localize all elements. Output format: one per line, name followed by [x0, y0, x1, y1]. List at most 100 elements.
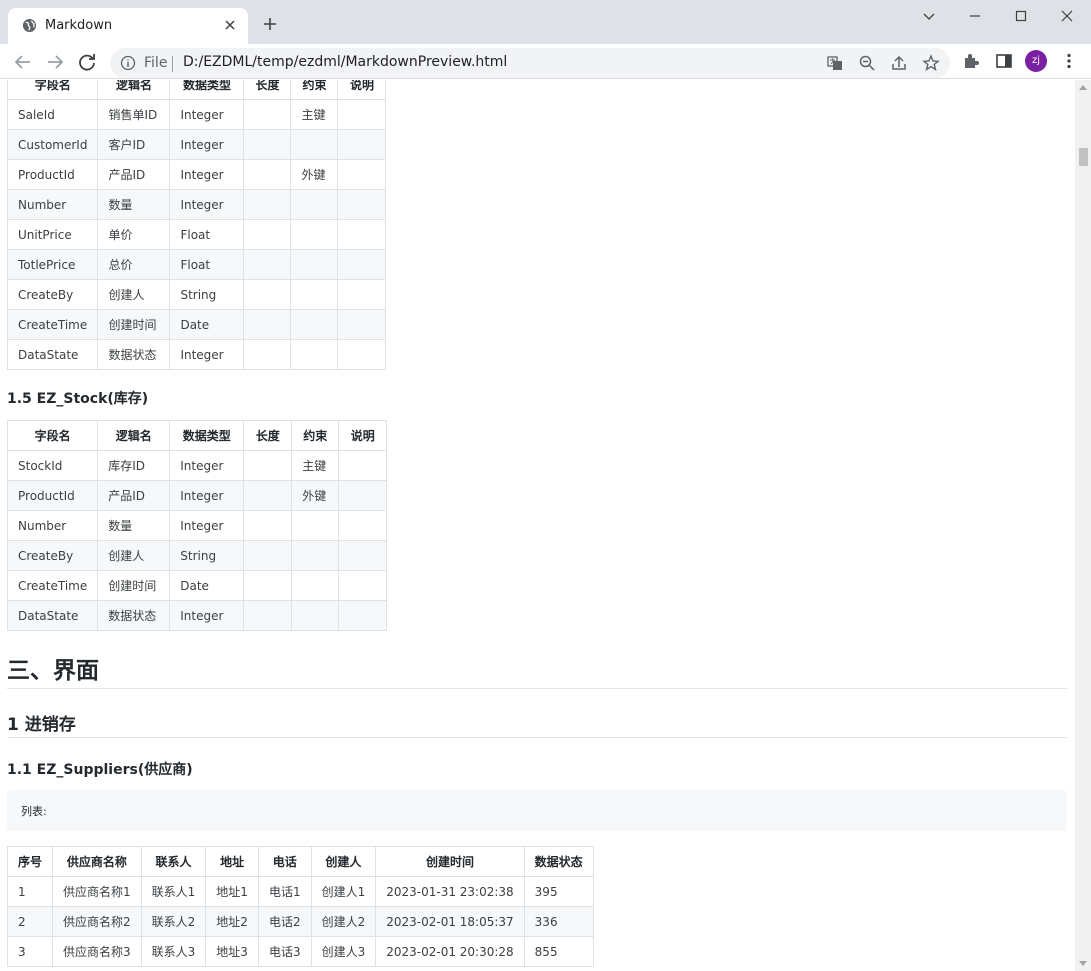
table-cell: 数据状态 — [97, 339, 171, 370]
column-header: 数据类型 — [169, 80, 245, 100]
minimize-button[interactable] — [952, 0, 998, 32]
table-cell: Date — [169, 309, 245, 340]
table-cell: 创建人1 — [310, 876, 377, 907]
table-cell: Integer — [169, 189, 245, 220]
info-icon[interactable] — [120, 55, 136, 71]
chevron-down-icon — [923, 13, 935, 20]
vertical-scrollbar[interactable] — [1075, 80, 1091, 971]
table-cell — [291, 540, 340, 571]
url-text[interactable]: D:/EZDML/temp/ezdml/MarkdownPreview.html — [183, 54, 507, 70]
address-bar[interactable]: File D:/EZDML/temp/ezdml/MarkdownPreview… — [110, 48, 950, 78]
more-menu-icon[interactable] — [1060, 52, 1078, 70]
table-cell: Integer — [169, 339, 245, 370]
table-cell: 地址1 — [205, 876, 259, 907]
table-cell — [243, 510, 293, 541]
table-cell — [290, 219, 339, 250]
table-cell — [290, 309, 339, 340]
column-header: 字段名 — [6, 420, 99, 451]
table-cell — [243, 129, 292, 160]
close-icon — [1061, 10, 1073, 22]
table-row: CreateBy 创建人 String — [6, 279, 387, 310]
table-cell — [243, 99, 292, 130]
column-header: 长度 — [243, 80, 292, 100]
side-panel-icon[interactable] — [995, 52, 1013, 70]
table-cell: Number — [6, 510, 99, 541]
table-cell: 销售单ID — [97, 99, 171, 130]
table-cell: String — [169, 279, 245, 310]
back-arrow-icon[interactable] — [12, 51, 34, 73]
column-header: 创建人 — [310, 846, 377, 877]
scrollbar-thumb[interactable] — [1079, 148, 1088, 166]
tab-markdown[interactable]: Markdown — [8, 8, 248, 44]
table-cell — [243, 189, 292, 220]
table-cell: 3 — [6, 936, 54, 967]
table-cell: 联系人1 — [140, 876, 207, 907]
table-cell — [290, 129, 339, 160]
table-row: ProductId 产品ID Integer 外键 — [6, 159, 387, 190]
table-cell — [338, 600, 388, 631]
table-cell: Integer — [169, 99, 245, 130]
table-cell: 336 — [523, 906, 594, 937]
table-cell: 395 — [523, 876, 594, 907]
table-cell: Integer — [169, 480, 245, 511]
column-header: 创建时间 — [375, 846, 525, 877]
table-cell — [290, 339, 339, 370]
table-cell — [337, 159, 387, 190]
translate-icon[interactable] — [826, 54, 844, 72]
table-row: CreateBy 创建人 String — [6, 540, 388, 571]
table-cell: 电话1 — [257, 876, 312, 907]
table-cell — [337, 189, 387, 220]
maximize-button[interactable] — [998, 0, 1044, 32]
forward-arrow-icon[interactable] — [44, 51, 66, 73]
table-cell: CustomerId — [6, 129, 99, 160]
share-icon[interactable] — [890, 54, 908, 72]
table-cell: 总价 — [97, 249, 171, 280]
table-cell: 主键 — [290, 99, 339, 130]
table-cell — [243, 480, 293, 511]
table-cell: Integer — [169, 159, 245, 190]
scroll-up-arrow-icon[interactable] — [1079, 84, 1087, 90]
table-row: StockId 库存ID Integer 主键 — [6, 450, 388, 481]
table-cell — [243, 249, 292, 280]
extensions-icon[interactable] — [962, 52, 980, 70]
table-cell — [338, 540, 388, 571]
table-cell — [243, 309, 292, 340]
table-cell: 单价 — [97, 219, 171, 250]
close-tab-icon[interactable] — [222, 17, 238, 33]
table-cell: Float — [169, 219, 245, 250]
column-header: 数据状态 — [523, 846, 594, 877]
column-header: 电话 — [257, 846, 312, 877]
table-cell — [337, 279, 387, 310]
table-cell — [243, 219, 292, 250]
column-header: 长度 — [243, 420, 293, 451]
column-header: 约束 — [290, 80, 339, 100]
page-content: 字段名 逻辑名 数据类型 长度 约束 说明 SaleId 销售单ID Integ… — [0, 80, 1075, 971]
table-cell: 联系人2 — [140, 906, 207, 937]
bookmark-star-icon[interactable] — [922, 54, 940, 72]
table-cell: 供应商名称1 — [52, 876, 142, 907]
maximize-icon — [1015, 10, 1027, 22]
close-window-button[interactable] — [1044, 0, 1090, 32]
table-cell: 库存ID — [97, 450, 171, 481]
table-cell: 供应商名称3 — [52, 936, 142, 967]
table-cell — [337, 99, 387, 130]
section-heading-stock: 1.5 EZ_Stock(库存) — [7, 391, 149, 407]
table-cell: StockId — [6, 450, 99, 481]
table-cell: 创建人 — [97, 540, 171, 571]
zoom-out-icon[interactable] — [858, 54, 876, 72]
table-cell: DataState — [6, 600, 99, 631]
table-cell: 产品ID — [97, 480, 171, 511]
code-block: 列表: — [7, 790, 1067, 831]
heading-inventory: 1 进销存 — [7, 715, 76, 735]
url-separator — [172, 56, 173, 72]
new-tab-icon[interactable] — [262, 16, 278, 32]
table-row: 3 供应商名称3 联系人3 地址3 电话3 创建人3 2023-02-01 20… — [6, 936, 594, 967]
reload-icon[interactable] — [76, 51, 98, 73]
table-cell — [290, 189, 339, 220]
table-cell — [337, 309, 387, 340]
table-cell — [291, 600, 340, 631]
table-cell: 创建人 — [97, 279, 171, 310]
scroll-down-arrow-icon[interactable] — [1079, 961, 1087, 967]
profile-avatar[interactable]: zj — [1025, 50, 1047, 72]
tab-search-button[interactable] — [906, 0, 952, 32]
